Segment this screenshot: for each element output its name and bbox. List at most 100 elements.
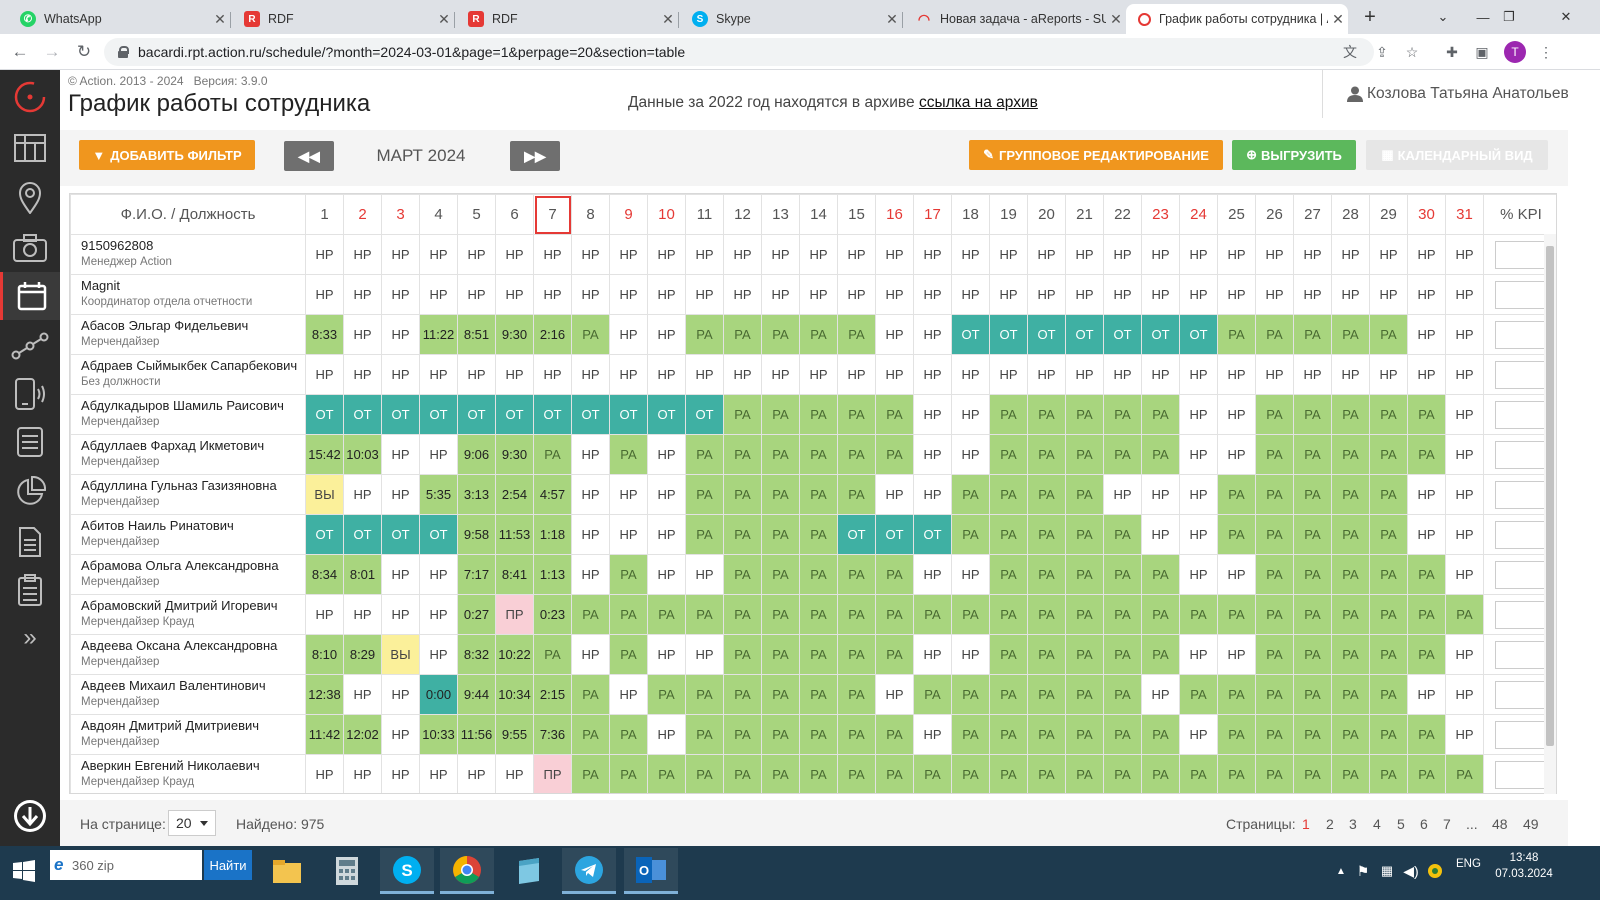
- schedule-cell[interactable]: РА: [1103, 434, 1142, 475]
- camera-icon[interactable]: [0, 224, 60, 272]
- schedule-cell[interactable]: 0:00: [419, 674, 458, 715]
- schedule-cell[interactable]: НР: [495, 274, 534, 315]
- schedule-cell[interactable]: РА: [685, 434, 724, 475]
- schedule-cell[interactable]: РА: [875, 714, 914, 755]
- schedule-cell[interactable]: НР: [647, 354, 686, 395]
- schedule-cell[interactable]: НР: [609, 474, 648, 515]
- schedule-cell[interactable]: 8:33: [305, 314, 344, 355]
- schedule-cell[interactable]: НР: [571, 354, 610, 395]
- schedule-cell[interactable]: 1:13: [533, 554, 572, 595]
- schedule-cell[interactable]: НР: [837, 274, 876, 315]
- close-tab-icon[interactable]: ✕: [434, 11, 454, 28]
- schedule-cell[interactable]: НР: [1179, 714, 1218, 755]
- schedule-cell[interactable]: РА: [761, 514, 800, 555]
- schedule-cell[interactable]: РА: [1103, 594, 1142, 635]
- schedule-cell[interactable]: НР: [685, 234, 724, 275]
- schedule-cell[interactable]: НР: [761, 234, 800, 275]
- schedule-cell[interactable]: РА: [609, 554, 648, 595]
- schedule-cell[interactable]: РА: [1369, 314, 1408, 355]
- schedule-cell[interactable]: НР: [685, 554, 724, 595]
- forward-arrow-icon[interactable]: →: [40, 40, 64, 64]
- schedule-cell[interactable]: РА: [1331, 714, 1370, 755]
- chrome-icon[interactable]: [440, 848, 494, 894]
- schedule-cell[interactable]: РА: [723, 434, 762, 475]
- schedule-cell[interactable]: РА: [1369, 754, 1408, 793]
- schedule-cell[interactable]: 0:23: [533, 594, 572, 635]
- route-icon[interactable]: [0, 322, 60, 370]
- kpi-input[interactable]: [1495, 320, 1547, 349]
- schedule-cell[interactable]: РА: [1369, 674, 1408, 715]
- schedule-cell[interactable]: РА: [1103, 674, 1142, 715]
- schedule-cell[interactable]: РА: [647, 754, 686, 793]
- schedule-cell[interactable]: НР: [1103, 474, 1142, 515]
- schedule-cell[interactable]: РА: [1027, 674, 1066, 715]
- schedule-cell[interactable]: НР: [1369, 234, 1408, 275]
- day-header-3[interactable]: 3: [381, 194, 420, 235]
- new-tab-plus-icon[interactable]: +: [1352, 0, 1388, 34]
- vertical-scrollbar[interactable]: [1544, 234, 1556, 794]
- scrollbar-thumb[interactable]: [1546, 246, 1554, 746]
- schedule-cell[interactable]: РА: [685, 314, 724, 355]
- map-pin-icon[interactable]: [0, 174, 60, 222]
- page-link-5[interactable]: 5: [1397, 816, 1405, 832]
- file-explorer-icon[interactable]: [260, 848, 314, 894]
- schedule-cell[interactable]: РА: [1027, 554, 1066, 595]
- schedule-cell[interactable]: НР: [495, 234, 534, 275]
- day-header-7[interactable]: 7: [533, 194, 572, 235]
- schedule-cell[interactable]: ПР: [533, 754, 572, 793]
- schedule-cell[interactable]: РА: [1293, 474, 1332, 515]
- schedule-cell[interactable]: НР: [1179, 234, 1218, 275]
- group-edit-button[interactable]: ✎ ГРУППОВОЕ РЕДАКТИРОВАНИЕ: [969, 140, 1223, 170]
- schedule-cell[interactable]: РА: [1027, 394, 1066, 435]
- schedule-cell[interactable]: РА: [989, 714, 1028, 755]
- schedule-cell[interactable]: РА: [799, 394, 838, 435]
- schedule-cell[interactable]: РА: [1407, 554, 1446, 595]
- schedule-cell[interactable]: НР: [761, 354, 800, 395]
- schedule-cell[interactable]: РА: [1369, 554, 1408, 595]
- schedule-cell[interactable]: РА: [913, 754, 952, 793]
- user-menu[interactable]: Козлова Татьяна Анатольевна: [1322, 70, 1568, 118]
- kpi-input[interactable]: [1495, 400, 1547, 429]
- calculator-icon[interactable]: [320, 848, 374, 894]
- schedule-cell[interactable]: НР: [1179, 354, 1218, 395]
- schedule-cell[interactable]: ОТ: [1065, 314, 1104, 355]
- schedule-cell[interactable]: ОТ: [305, 514, 344, 555]
- day-header-23[interactable]: 23: [1141, 194, 1180, 235]
- schedule-cell[interactable]: РА: [609, 434, 648, 475]
- schedule-cell[interactable]: РА: [1179, 674, 1218, 715]
- schedule-cell[interactable]: 4:57: [533, 474, 572, 515]
- schedule-cell[interactable]: НР: [1141, 234, 1180, 275]
- schedule-cell[interactable]: НР: [1179, 634, 1218, 675]
- schedule-cell[interactable]: ОТ: [381, 514, 420, 555]
- schedule-cell[interactable]: РА: [1293, 554, 1332, 595]
- schedule-cell[interactable]: РА: [1065, 394, 1104, 435]
- schedule-cell[interactable]: НР: [647, 474, 686, 515]
- schedule-cell[interactable]: РА: [837, 554, 876, 595]
- schedule-cell[interactable]: РА: [875, 634, 914, 675]
- schedule-cell[interactable]: РА: [1141, 434, 1180, 475]
- kpi-input[interactable]: [1495, 240, 1547, 269]
- schedule-cell[interactable]: РА: [1331, 554, 1370, 595]
- day-header-26[interactable]: 26: [1255, 194, 1294, 235]
- schedule-cell[interactable]: РА: [647, 674, 686, 715]
- schedule-cell[interactable]: НР: [875, 314, 914, 355]
- schedule-cell[interactable]: НР: [875, 354, 914, 395]
- logo-icon[interactable]: [0, 72, 60, 122]
- schedule-cell[interactable]: НР: [723, 354, 762, 395]
- schedule-cell[interactable]: 10:34: [495, 674, 534, 715]
- schedule-cell[interactable]: РА: [609, 714, 648, 755]
- schedule-cell[interactable]: РА: [685, 674, 724, 715]
- schedule-cell[interactable]: РА: [1217, 474, 1256, 515]
- schedule-cell[interactable]: 1:18: [533, 514, 572, 555]
- archive-link[interactable]: ссылка на архив: [919, 94, 1038, 111]
- schedule-cell[interactable]: РА: [571, 674, 610, 715]
- employee-cell[interactable]: Абдуллина Гульназ Газизяновна Мерчендайзе…: [70, 474, 306, 515]
- schedule-cell[interactable]: НР: [685, 274, 724, 315]
- document-icon[interactable]: [0, 518, 60, 566]
- schedule-cell[interactable]: 2:16: [533, 314, 572, 355]
- schedule-cell[interactable]: РА: [1065, 434, 1104, 475]
- schedule-cell[interactable]: НР: [381, 234, 420, 275]
- schedule-cell[interactable]: РА: [1331, 514, 1370, 555]
- browser-tab-rdf-2[interactable]: R RDF ✕: [456, 4, 679, 34]
- schedule-cell[interactable]: НР: [381, 434, 420, 475]
